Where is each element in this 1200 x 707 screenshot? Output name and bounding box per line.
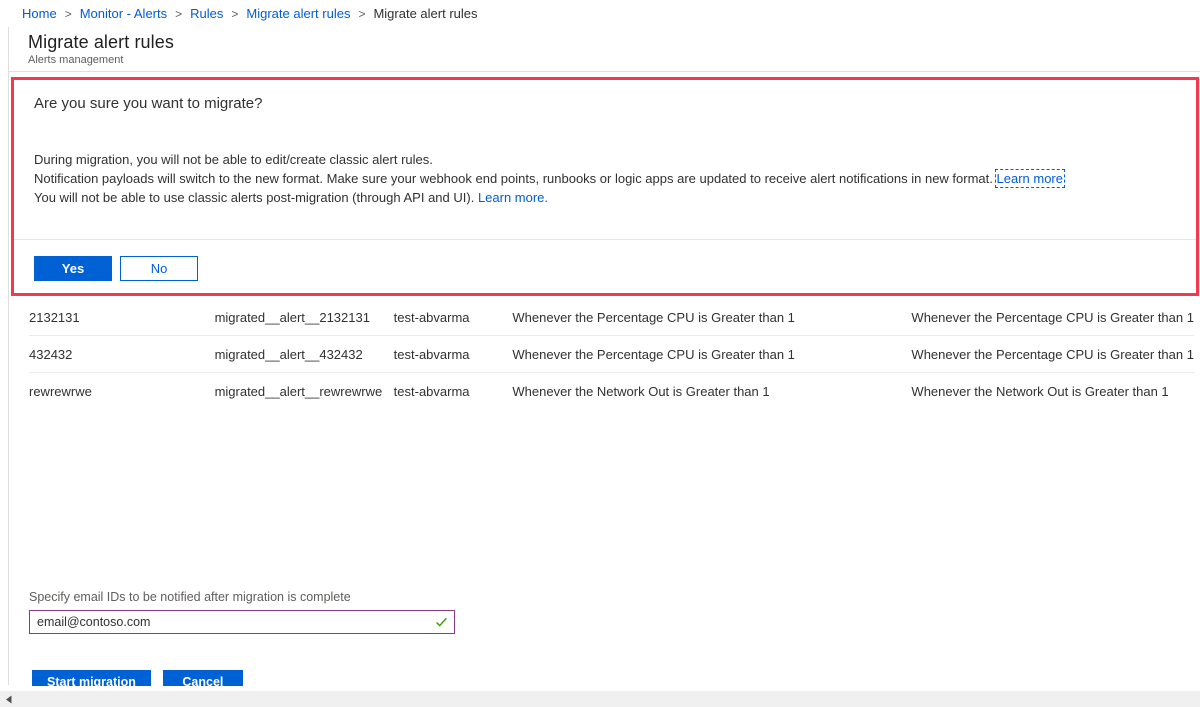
breadcrumb-separator-icon: > [231, 6, 239, 21]
breadcrumb-separator-icon: > [175, 6, 183, 21]
cell-rule-name: 432432 [29, 335, 215, 373]
confirmation-question: Are you sure you want to migrate? [34, 95, 263, 112]
table-row[interactable]: rewrewrwe migrated__alert__rewrewrwe tes… [29, 373, 1194, 410]
breadcrumb-item-current: Migrate alert rules [373, 6, 478, 21]
confirmation-body: Are you sure you want to migrate? During… [14, 80, 1196, 207]
blade-header: Migrate alert rules Alerts management [9, 27, 1200, 72]
table-body: 2132131 migrated__alert__2132131 test-ab… [29, 299, 1194, 409]
email-notification-section: Specify email IDs to be notified after m… [29, 589, 457, 634]
cell-rule-name: rewrewrwe [29, 383, 92, 399]
breadcrumb-item-rules[interactable]: Rules [190, 6, 223, 21]
cell-resource-group: test-abvarma [393, 299, 513, 336]
breadcrumb-separator-icon: > [358, 6, 366, 21]
confirmation-line-3: You will not be able to use classic aler… [34, 188, 1176, 207]
page-title: Migrate alert rules [28, 32, 174, 52]
breadcrumb-separator-icon: > [64, 6, 72, 21]
learn-more-link-payloads[interactable]: Learn more [994, 169, 1066, 188]
cell-new-condition: Whenever the Percentage CPU is Greater t… [911, 335, 1194, 373]
email-field-label: Specify email IDs to be notified after m… [29, 590, 351, 604]
breadcrumb-item-home[interactable]: Home [22, 6, 57, 21]
table-row[interactable]: 432432 migrated__alert__432432 test-abva… [29, 335, 1194, 373]
cell-condition: Whenever the Percentage CPU is Greater t… [512, 335, 912, 373]
cell-new-rule-name: migrated__alert__432432 [214, 335, 394, 373]
confirmation-line-2: Notification payloads will switch to the… [34, 169, 1176, 188]
migrate-confirmation-panel: Are you sure you want to migrate? During… [11, 77, 1199, 296]
cell-new-condition: Whenever the Network Out is Greater than… [911, 383, 1169, 399]
blade: Migrate alert rules Alerts management Ar… [8, 27, 1200, 694]
breadcrumb-item-migrate-alert-rules[interactable]: Migrate alert rules [246, 6, 350, 21]
cell-condition: Whenever the Network Out is Greater than… [512, 383, 770, 399]
cell-new-rule-name: migrated__alert__rewrewrwe [214, 383, 383, 399]
confirm-yes-button[interactable]: Yes [34, 256, 112, 281]
learn-more-link-classic-alerts[interactable]: Learn more. [478, 190, 548, 205]
breadcrumb-item-monitor-alerts[interactable]: Monitor - Alerts [80, 6, 167, 21]
confirm-no-button[interactable]: No [120, 256, 198, 281]
scroll-left-button[interactable] [0, 691, 17, 707]
cell-rule-name: 2132131 [29, 299, 215, 336]
check-icon [436, 617, 447, 627]
confirmation-line-1: During migration, you will not be able t… [34, 152, 433, 167]
alert-rules-table: 2132131 migrated__alert__2132131 test-ab… [29, 299, 1194, 409]
scrollbar-spacer [0, 686, 1200, 690]
cell-condition: Whenever the Percentage CPU is Greater t… [512, 299, 912, 336]
confirmation-actions: Yes No [34, 256, 198, 281]
caret-left-icon [5, 695, 11, 703]
cell-new-condition: Whenever the Percentage CPU is Greater t… [911, 299, 1194, 336]
email-input[interactable] [30, 611, 454, 633]
cell-resource-group: test-abvarma [393, 383, 470, 399]
email-input-wrapper [29, 610, 455, 634]
breadcrumb: Home > Monitor - Alerts > Rules > Migrat… [0, 0, 1200, 27]
confirmation-line-2-text: Notification payloads will switch to the… [34, 171, 993, 186]
page-subtitle: Alerts management [28, 54, 124, 66]
confirmation-line-3-text: You will not be able to use classic aler… [34, 190, 475, 205]
horizontal-scrollbar[interactable] [0, 686, 1200, 707]
cell-new-rule-name: migrated__alert__2132131 [214, 299, 394, 336]
azure-portal-screen: Home > Monitor - Alerts > Rules > Migrat… [0, 0, 1200, 707]
cell-resource-group: test-abvarma [393, 335, 513, 373]
table-row[interactable]: 2132131 migrated__alert__2132131 test-ab… [29, 299, 1194, 336]
confirmation-divider [14, 239, 1196, 240]
